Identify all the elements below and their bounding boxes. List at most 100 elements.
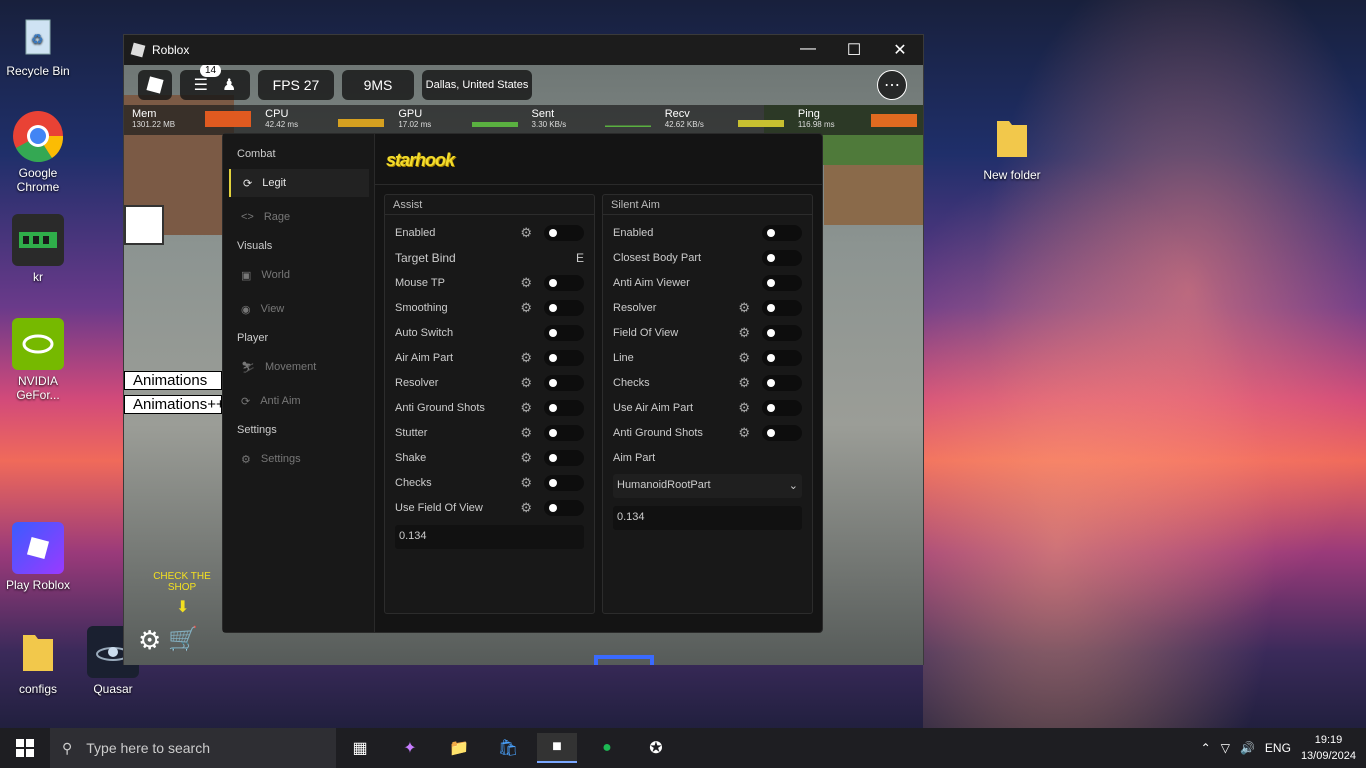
assist-use-fov[interactable]: Use Field Of View ⚙ xyxy=(395,498,584,518)
file-explorer-icon[interactable]: 📁 xyxy=(439,733,479,763)
gear-icon[interactable]: ⚙ xyxy=(520,500,532,516)
nav-movement[interactable]: ⛷ Movement xyxy=(229,353,369,381)
gear-icon[interactable]: ⚙ xyxy=(520,450,532,466)
window-titlebar[interactable]: Roblox — ☐ ✕ xyxy=(124,35,923,65)
assist-value-slider[interactable]: 0.134 xyxy=(395,525,584,549)
silent-closest-body-part[interactable]: Closest Body Part xyxy=(613,248,802,268)
store-icon[interactable]: 🛍 xyxy=(488,733,528,763)
toggle[interactable] xyxy=(762,225,802,241)
assist-enabled[interactable]: Enabled ⚙ xyxy=(395,223,584,243)
silent-anti-aim-viewer[interactable]: Anti Aim Viewer xyxy=(613,273,802,293)
assist-anti-ground-shots[interactable]: Anti Ground Shots ⚙ xyxy=(395,398,584,418)
gear-icon[interactable]: ⚙ xyxy=(738,375,750,391)
aim-part-dropdown[interactable]: HumanoidRootPart ⌄ xyxy=(613,474,802,498)
assist-target-bind[interactable]: Target Bind E xyxy=(395,248,584,268)
toggle[interactable] xyxy=(544,500,584,516)
toggle[interactable] xyxy=(544,475,584,491)
assist-smoothing[interactable]: Smoothing ⚙ xyxy=(395,298,584,318)
taskbar-search[interactable]: ⚲ Type here to search xyxy=(50,728,336,768)
minimize-button[interactable]: — xyxy=(785,40,831,60)
silent-use-air-aim-part[interactable]: Use Air Aim Part ⚙ xyxy=(613,398,802,418)
toggle[interactable] xyxy=(544,275,584,291)
toggle[interactable] xyxy=(762,250,802,266)
gear-icon[interactable]: ⚙ xyxy=(520,400,532,416)
settings-gear-icon[interactable]: ⚙ xyxy=(138,625,161,656)
task-view-icon[interactable]: ▦ xyxy=(340,733,380,763)
gear-icon[interactable]: ⚙ xyxy=(738,400,750,416)
nav-rage[interactable]: <> Rage xyxy=(229,203,369,231)
assist-resolver[interactable]: Resolver ⚙ xyxy=(395,373,584,393)
nav-anti-aim[interactable]: ⟳ Anti Aim xyxy=(229,387,369,415)
toggle[interactable] xyxy=(544,300,584,316)
gear-icon[interactable]: ⚙ xyxy=(738,425,750,441)
keybind-value[interactable]: E xyxy=(576,251,584,265)
desktop-icon-chrome[interactable]: Google Chrome xyxy=(0,110,76,194)
toggle[interactable] xyxy=(544,375,584,391)
silent-resolver[interactable]: Resolver ⚙ xyxy=(613,298,802,318)
assist-mouse-tp[interactable]: Mouse TP ⚙ xyxy=(395,273,584,293)
nav-settings[interactable]: ⚙ Settings xyxy=(229,445,369,473)
desktop-icon-nvidia[interactable]: NVIDIA GeFor... xyxy=(0,318,76,402)
toggle[interactable] xyxy=(762,375,802,391)
toggle[interactable] xyxy=(544,325,584,341)
desktop-icon-play-roblox[interactable]: Play Roblox xyxy=(0,522,76,592)
network-icon[interactable]: ▽ xyxy=(1221,741,1230,755)
chat-button[interactable]: ☰ 14 ♟ xyxy=(180,65,250,100)
assist-shake[interactable]: Shake ⚙ xyxy=(395,448,584,468)
assist-air-aim-part[interactable]: Air Aim Part ⚙ xyxy=(395,348,584,368)
starhook-menu[interactable]: Combat ⟳ Legit <> Rage Visuals ▣ World ◉ Vie… xyxy=(222,133,823,633)
start-button[interactable] xyxy=(0,739,50,757)
silent-field-of-view[interactable]: Field Of View ⚙ xyxy=(613,323,802,343)
assist-checks[interactable]: Checks ⚙ xyxy=(395,473,584,493)
gear-icon[interactable]: ⚙ xyxy=(520,475,532,491)
toggle[interactable] xyxy=(544,400,584,416)
silent-line[interactable]: Line ⚙ xyxy=(613,348,802,368)
gear-icon[interactable]: ⚙ xyxy=(738,350,750,366)
gear-icon[interactable]: ⚙ xyxy=(520,425,532,441)
roblox-menu-button[interactable] xyxy=(138,70,172,100)
nav-legit[interactable]: ⟳ Legit xyxy=(229,169,369,197)
chevron-up-icon[interactable]: ⌃ xyxy=(1201,741,1211,755)
nav-world[interactable]: ▣ World xyxy=(229,261,369,289)
gear-icon[interactable]: ⚙ xyxy=(738,300,750,316)
quasar-taskbar-icon[interactable]: ✪ xyxy=(636,733,676,763)
more-options-button[interactable]: ⋯ xyxy=(877,70,907,100)
assist-auto-switch[interactable]: Auto Switch xyxy=(395,323,584,343)
gear-icon[interactable]: ⚙ xyxy=(738,325,750,341)
close-button[interactable]: ✕ xyxy=(877,40,923,60)
clock[interactable]: 19:19 13/09/2024 xyxy=(1301,732,1356,764)
toggle[interactable] xyxy=(544,450,584,466)
toggle[interactable] xyxy=(544,225,584,241)
nav-view[interactable]: ◉ View xyxy=(229,295,369,323)
roblox-taskbar-icon[interactable]: ■ xyxy=(537,733,577,763)
desktop-icon-recycle-bin[interactable]: ♻ Recycle Bin xyxy=(0,8,76,78)
copilot-icon[interactable]: ✦ xyxy=(390,733,430,763)
language-indicator[interactable]: ENG xyxy=(1265,741,1291,755)
toggle[interactable] xyxy=(762,425,802,441)
desktop-icon-kr[interactable]: kr xyxy=(0,214,76,284)
toggle[interactable] xyxy=(762,275,802,291)
gear-icon[interactable]: ⚙ xyxy=(520,375,532,391)
desktop-icon-new-folder[interactable]: New folder xyxy=(974,112,1050,182)
silent-anti-ground-shots[interactable]: Anti Ground Shots ⚙ xyxy=(613,423,802,443)
gear-icon[interactable]: ⚙ xyxy=(520,275,532,291)
silent-enabled[interactable]: Enabled xyxy=(613,223,802,243)
assist-stutter[interactable]: Stutter ⚙ xyxy=(395,423,584,443)
animations-plus-button[interactable]: Animations++ xyxy=(124,395,225,414)
toggle[interactable] xyxy=(762,325,802,341)
shop-cart-icon[interactable]: 🛒 xyxy=(168,625,198,654)
animations-button[interactable]: Animations xyxy=(124,371,222,390)
toggle[interactable] xyxy=(544,350,584,366)
toggle[interactable] xyxy=(544,425,584,441)
gear-icon[interactable]: ⚙ xyxy=(520,350,532,366)
spotify-icon[interactable]: ● xyxy=(587,733,627,763)
silent-checks[interactable]: Checks ⚙ xyxy=(613,373,802,393)
desktop-icon-configs[interactable]: configs xyxy=(0,626,76,696)
toggle[interactable] xyxy=(762,350,802,366)
gear-icon[interactable]: ⚙ xyxy=(520,225,532,241)
volume-icon[interactable]: 🔊 xyxy=(1240,741,1255,755)
toggle[interactable] xyxy=(762,400,802,416)
silent-value-slider[interactable]: 0.134 xyxy=(613,506,802,530)
gear-icon[interactable]: ⚙ xyxy=(520,300,532,316)
toggle[interactable] xyxy=(762,300,802,316)
